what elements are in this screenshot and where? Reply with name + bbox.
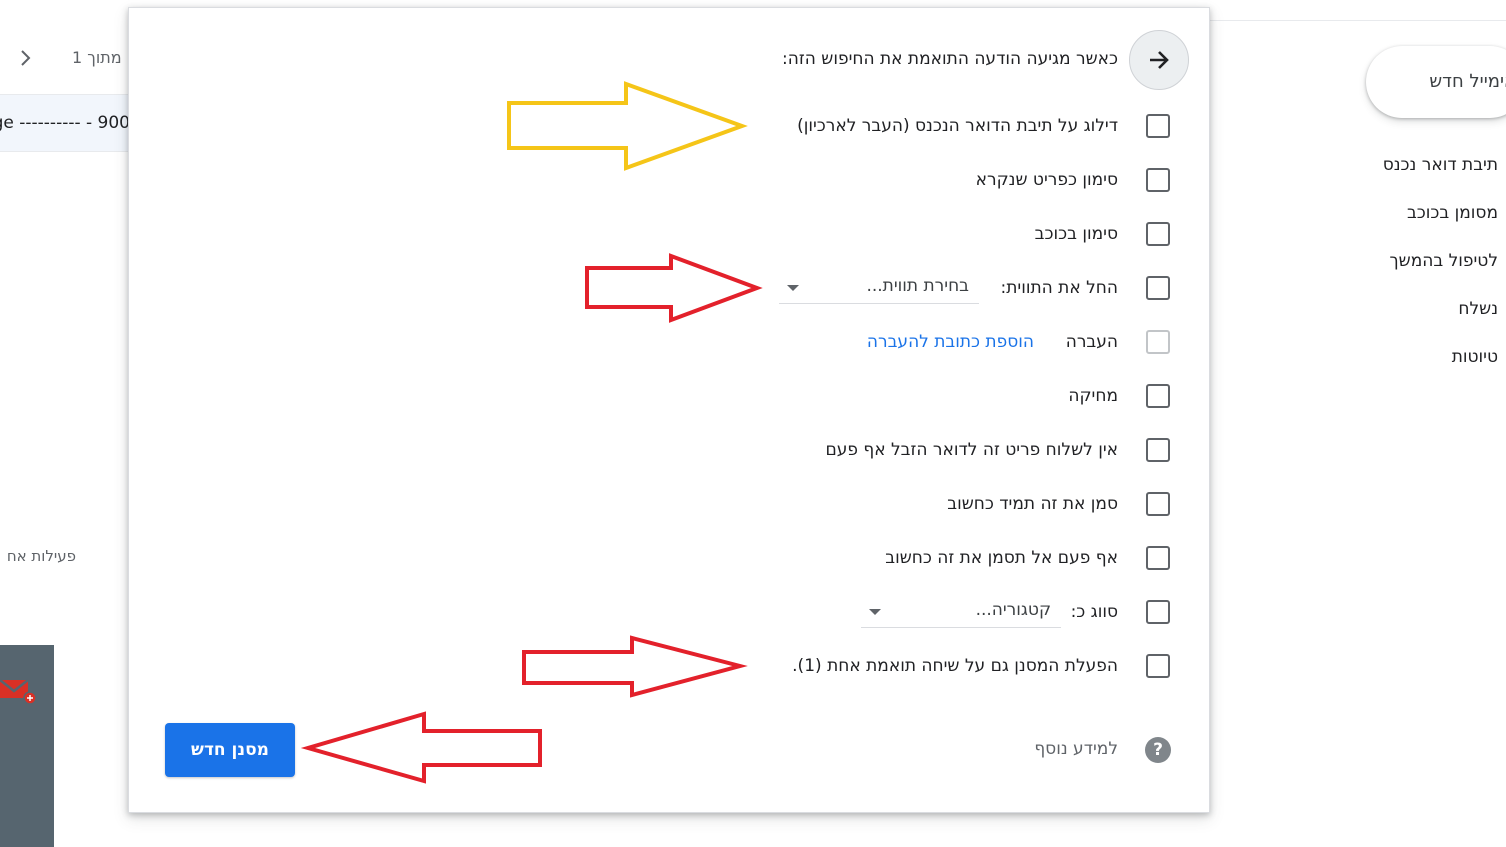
chevron-right-icon[interactable] (16, 48, 36, 68)
forward-checkbox[interactable] (1146, 330, 1170, 354)
always-important-checkbox[interactable] (1146, 492, 1170, 516)
dropdown-caret-icon (787, 285, 799, 291)
filter-header: כאשר מגיעה הודעה התואמת את החיפוש הזה: (782, 49, 1118, 69)
back-button[interactable] (1129, 30, 1189, 90)
star-label: סימון בכוכב (1034, 224, 1118, 244)
apply-label-checkbox[interactable] (1146, 276, 1170, 300)
never-important-label: אף פעם אל תסמן את זה כחשוב (885, 548, 1118, 568)
sidebar-item-drafts[interactable]: טיוטות (1452, 347, 1498, 367)
arrow-right-icon (1150, 51, 1169, 69)
create-filter-label: מסנן חדש (191, 740, 269, 760)
never-spam-label: אין לשלוח פריט זה לדואר הזבל אף פעם (825, 440, 1118, 460)
top-divider (1210, 20, 1506, 21)
categorize-label: סווג כ: (1070, 602, 1118, 622)
pager-text: 1 מתוך (72, 48, 122, 67)
label-select[interactable]: בחירת תווית... (779, 274, 979, 304)
sidebar-item-inbox[interactable]: תיבת דואר נכנס (1383, 155, 1498, 175)
sidebar-item-label: טיוטות (1451, 347, 1498, 367)
dropdown-caret-icon (869, 609, 881, 615)
account-activity-text[interactable]: פעילות אח (0, 547, 76, 565)
email-list-row[interactable]: ge ---------- - 900 (0, 94, 130, 152)
mark-read-label: סימון כפריט שנקרא (975, 170, 1118, 190)
mark-read-checkbox[interactable] (1146, 168, 1170, 192)
category-select[interactable]: קטגוריה... (861, 598, 1061, 628)
sidebar-item-label: מסומן בכוכב (1406, 203, 1498, 223)
sidebar-item-label: תיבת דואר נכנס (1382, 155, 1498, 175)
add-forward-address-link[interactable]: הוספת כתובת להעברה (867, 332, 1034, 352)
label-select-value: בחירת תווית... (866, 276, 969, 296)
mail-icon[interactable] (0, 676, 40, 706)
always-important-label: סמן את זה תמיד כחשוב (947, 494, 1118, 514)
learn-more-link[interactable]: למידע נוסף (1034, 739, 1118, 759)
email-snippet: ge ---------- - 900 (0, 113, 130, 133)
never-spam-checkbox[interactable] (1146, 438, 1170, 462)
sidebar-item-snoozed[interactable]: לטיפול בהמשך (1390, 251, 1498, 271)
never-important-checkbox[interactable] (1146, 546, 1170, 570)
help-icon[interactable]: ? (1145, 737, 1171, 763)
sidebar-item-label: נשלח (1458, 299, 1498, 319)
create-filter-button[interactable]: מסנן חדש (165, 723, 295, 777)
delete-label: מחיקה (1068, 386, 1118, 406)
sidebar-item-starred[interactable]: מסומן בכוכב (1407, 203, 1498, 223)
skip-inbox-label: דילוג על תיבת הדואר הנכנס (העבר לארכיון) (797, 116, 1118, 136)
forward-label: העברה (1065, 332, 1118, 352)
delete-checkbox[interactable] (1146, 384, 1170, 408)
apply-label-label: החל את התווית: (1000, 278, 1118, 298)
also-apply-label: הפעלת המסנן גם על שיחה תואמת אחת (1). (792, 656, 1118, 676)
also-apply-checkbox[interactable] (1146, 654, 1170, 678)
categorize-checkbox[interactable] (1146, 600, 1170, 624)
compose-label: אימייל חדש (1429, 71, 1506, 92)
compose-button[interactable]: אימייל חדש (1366, 46, 1506, 118)
sidebar-item-sent[interactable]: נשלח (1458, 299, 1498, 319)
sidebar-item-label: לטיפול בהמשך (1389, 251, 1498, 271)
category-select-value: קטגוריה... (975, 600, 1051, 620)
skip-inbox-checkbox[interactable] (1146, 114, 1170, 138)
star-checkbox[interactable] (1146, 222, 1170, 246)
